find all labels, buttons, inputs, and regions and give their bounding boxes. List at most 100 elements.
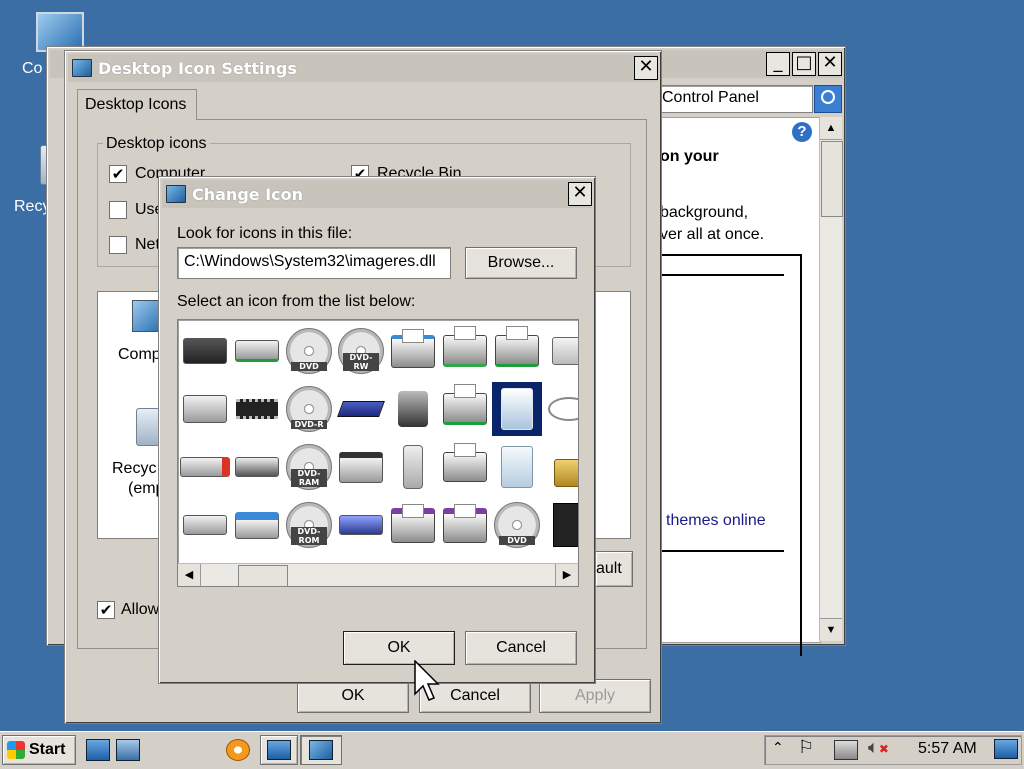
default-printer-icon — [443, 326, 487, 367]
icon-empty-recycle-bin[interactable] — [492, 440, 542, 494]
restore-default-button[interactable]: ault — [595, 551, 633, 587]
show-desktop-corner-icon[interactable] — [994, 739, 1018, 759]
icon-printer[interactable] — [440, 440, 490, 494]
divider-bottom — [658, 550, 784, 552]
dvd-r-icon: DVD-R — [286, 386, 332, 432]
desktop-icon-settings-titlebar: Desktop Icon Settings ✕ — [68, 54, 658, 82]
fax-printer-check-icon — [391, 503, 435, 543]
start-button[interactable]: Start — [2, 735, 76, 765]
icon-camcorder[interactable] — [388, 382, 438, 436]
icon-mobile-phone[interactable] — [388, 440, 438, 494]
browse-button[interactable]: Browse... — [465, 247, 577, 279]
mouse-cursor-icon — [414, 660, 440, 701]
media-player-icon[interactable] — [226, 739, 250, 761]
cd-drive-icon — [183, 395, 227, 423]
vertical-scrollbar[interactable]: ▲ ▼ — [819, 117, 843, 641]
tab-desktop-icons[interactable]: Desktop Icons — [77, 89, 197, 120]
dvd-drive-icon: DVD — [286, 328, 332, 374]
icon-grid-list[interactable]: DVD DVD-RW DVD-R DVD-RAM DVD-ROM DVD — [177, 319, 579, 587]
icon-dvd-rw[interactable]: DVD-RW — [336, 324, 386, 378]
mobile-phone-icon — [403, 445, 423, 489]
icon-cd-drive[interactable] — [180, 382, 230, 436]
taskbar-desktop-settings-button[interactable] — [300, 735, 342, 765]
group-label: Desktop icons — [103, 135, 210, 153]
network-checkbox[interactable] — [109, 236, 127, 254]
volume-muted-icon[interactable]: 🔈︎✖ — [868, 737, 889, 758]
change-icon-app-icon — [166, 185, 186, 203]
icon-dvd-drive[interactable]: DVD — [284, 324, 334, 378]
icon-shared-printer[interactable] — [492, 324, 542, 378]
icon-blue-disk-drive[interactable] — [336, 498, 386, 552]
power-warning-icon[interactable] — [834, 740, 858, 760]
horizontal-scrollbar[interactable]: ◀ ▶ — [178, 563, 578, 587]
icon-memory-chip[interactable] — [232, 382, 282, 436]
icon-hard-disk[interactable] — [232, 440, 282, 494]
recycle-preview-icon[interactable] — [136, 408, 160, 446]
user-files-checkbox[interactable] — [109, 201, 127, 219]
icon-windows-drive[interactable] — [232, 498, 282, 552]
close-button[interactable]: ✕ — [634, 56, 658, 80]
heading-fragment: on your — [660, 148, 719, 165]
ok-button[interactable]: OK — [297, 679, 409, 713]
scroll-right-icon[interactable]: ▶ — [555, 564, 578, 586]
scroll-thumb[interactable] — [821, 141, 843, 217]
icon-memory-card[interactable] — [544, 498, 578, 552]
taskbar-control-panel-button[interactable] — [260, 735, 298, 765]
icon-network-drive[interactable] — [232, 324, 282, 378]
cancel-button[interactable]: Cancel — [465, 631, 577, 665]
icon-dvd-disc[interactable]: DVD — [492, 498, 542, 552]
icon-camera[interactable] — [544, 324, 578, 378]
removable-disk-icon — [337, 401, 385, 417]
dialog-title: Desktop Icon Settings — [98, 58, 297, 78]
show-desktop-icon[interactable] — [86, 739, 110, 761]
file-path-input[interactable]: C:\Windows\System32\imageres.dll — [177, 247, 451, 279]
icon-dvd-ram[interactable]: DVD-RAM — [284, 440, 334, 494]
icon-lock[interactable] — [544, 440, 578, 494]
blue-disk-drive-icon — [339, 515, 383, 535]
apply-button[interactable]: Apply — [539, 679, 651, 713]
icon-drive-plain[interactable] — [180, 498, 230, 552]
network-label: Net — [135, 236, 160, 253]
icon-default-printer[interactable] — [440, 324, 490, 378]
fax-printer-icon — [443, 503, 487, 543]
icon-disconnected-drive[interactable] — [180, 440, 230, 494]
icon-dvd-rom[interactable]: DVD-ROM — [284, 498, 334, 552]
icon-fax-printer-check[interactable] — [388, 498, 438, 552]
dvd-rom-icon: DVD-ROM — [286, 502, 332, 548]
search-button[interactable] — [814, 85, 842, 113]
clock[interactable]: 5:57 AM — [918, 740, 977, 758]
switch-windows-icon[interactable] — [116, 739, 140, 761]
icon-printer-check[interactable] — [440, 382, 490, 436]
icon-floppy-drive[interactable] — [180, 324, 230, 378]
dvd-rw-icon: DVD-RW — [338, 328, 384, 374]
show-hidden-icons-icon[interactable]: ⌃ — [772, 740, 784, 756]
dvd-ram-icon: DVD-RAM — [286, 444, 332, 490]
scroll-down-icon[interactable]: ▼ — [820, 618, 842, 641]
network-drive-icon — [235, 340, 279, 362]
minimize-button[interactable]: _ — [766, 52, 790, 76]
file-path-text: C:\Windows\System32\imageres.dll — [184, 253, 436, 270]
icon-dvd-r[interactable]: DVD-R — [284, 382, 334, 436]
themes-online-link[interactable]: themes online — [666, 512, 766, 530]
change-icon-dialog: Change Icon ✕ Look for icons in this fil… — [158, 176, 596, 684]
maximize-button[interactable]: □ — [792, 52, 816, 76]
scroll-left-icon[interactable]: ◀ — [178, 564, 201, 586]
close-button[interactable]: ✕ — [568, 182, 592, 206]
icon-mouse[interactable] — [544, 382, 578, 436]
icon-tape-drive[interactable] — [336, 440, 386, 494]
icon-recycle-bin-selected[interactable] — [492, 382, 542, 436]
scroll-up-icon[interactable]: ▲ — [820, 117, 842, 140]
help-icon[interactable]: ? — [792, 122, 812, 142]
icon-network-printer[interactable] — [388, 324, 438, 378]
icon-fax-printer[interactable] — [440, 498, 490, 552]
close-button[interactable]: ✕ — [818, 52, 842, 76]
icon-removable-disk[interactable] — [336, 382, 386, 436]
action-center-flag-icon[interactable]: ⚐ — [798, 737, 814, 758]
horizontal-scroll-thumb[interactable] — [238, 565, 288, 587]
desktop-settings-app-icon — [72, 59, 92, 77]
computer-checkbox[interactable]: ✔ — [109, 165, 127, 183]
allow-themes-checkbox[interactable]: ✔ — [97, 601, 115, 619]
memory-card-icon — [553, 503, 578, 547]
windows-logo-icon — [7, 741, 25, 759]
tape-drive-icon — [339, 451, 383, 483]
